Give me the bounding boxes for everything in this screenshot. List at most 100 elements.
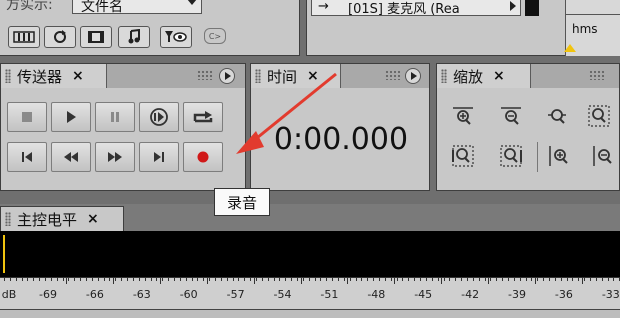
meter-tick [112,278,114,284]
time-panel: 时间 × 0:00.000 [250,63,430,191]
zoom-selection-icon [548,109,566,124]
meter-minor-tick [437,278,439,281]
close-icon[interactable]: × [307,68,319,84]
meter-minor-tick [68,278,70,281]
meter-minor-tick [109,278,111,281]
zoom-tab[interactable]: 缩放 × [437,64,531,88]
meter-minor-tick [478,278,480,281]
meter-minor-tick [144,278,146,281]
arrow-right-icon: → [318,0,329,14]
play-to-end-button[interactable] [139,102,179,132]
time-tab[interactable]: 时间 × [251,64,341,88]
zoom-out-vertical-button[interactable] [589,142,617,170]
status-strip [0,309,620,318]
meter-minor-tick [127,278,129,281]
transport-panel: 传送器 × [0,63,246,191]
fast-forward-button[interactable] [95,142,135,172]
skip-end-icon [154,152,164,162]
record-icon [197,151,209,163]
close-icon[interactable]: × [72,68,84,84]
meter-minor-tick [384,278,386,281]
meter-minor-tick [390,278,392,281]
meter-minor-tick [572,278,574,281]
meter-minor-tick [326,278,328,281]
meter-minor-tick [27,278,29,281]
meter-minor-tick [308,278,310,281]
meter-minor-tick [115,278,117,281]
meter-minor-tick [15,278,17,281]
meter-minor-tick [179,278,181,281]
scrollbar-thumb[interactable] [525,0,539,16]
go-to-start-button[interactable] [7,142,47,172]
stop-button[interactable] [7,102,47,132]
grip-icon [5,69,11,83]
rewind-button[interactable] [51,142,91,172]
master-meter-header: 主控电平 × [0,204,620,231]
zoom-to-selection-button[interactable] [543,102,571,130]
meter-minor-tick [466,278,468,281]
zoom-in-left-button[interactable] [449,142,477,170]
record-button[interactable] [183,142,223,172]
loop-playback-button[interactable] [183,102,223,132]
meter-minor-tick [232,278,234,281]
meter-minor-tick [484,278,486,281]
sort-dropdown[interactable]: 文件名 [72,0,202,15]
zoom-in-vertical-button[interactable] [545,142,573,170]
play-button[interactable] [51,102,91,132]
meter-tick [66,278,67,284]
meter-minor-tick [379,278,381,281]
cb-icon[interactable]: C> [204,28,226,44]
timeline-ruler[interactable]: hms [564,0,620,56]
meter-tick-label: -36 [554,288,573,301]
meter-tick [488,278,490,284]
meter-minor-tick [367,278,369,281]
track-label: [01S] 麦克风 (Rea [348,2,460,17]
video-button[interactable] [80,26,112,48]
zoom-full-icon [588,105,610,127]
meter-minor-tick [314,278,316,281]
filter-preview-button[interactable] [160,26,192,48]
meter-minor-tick [461,278,463,281]
pause-button[interactable] [95,102,135,132]
zoom-out-horizontal-icon [501,107,521,125]
meter-minor-tick [332,278,334,281]
track-row[interactable]: → [01S] 麦克风 (Rea [311,0,521,17]
chevron-down-icon [187,0,197,5]
zoom-out-vertical-icon [593,146,612,166]
record-tooltip: 录音 [214,188,270,216]
meter-minor-tick [449,278,451,281]
zoom-in-right-button[interactable] [497,142,525,170]
meter-minor-tick [261,278,263,281]
meter-minor-tick [39,278,41,281]
zoom-full-button[interactable] [585,102,613,130]
meter-minor-tick [560,278,562,281]
meter-minor-tick [320,278,322,281]
meter-minor-tick [507,278,509,281]
zoom-out-horizontal-button[interactable] [497,102,525,130]
mixer-button[interactable] [8,26,40,48]
zoom-in-right-icon [500,145,522,167]
transport-tab[interactable]: 传送器 × [1,64,107,88]
fast-forward-icon [108,152,122,162]
panel-menu-button[interactable] [219,68,235,84]
close-icon[interactable]: × [493,68,505,84]
zoom-in-horizontal-button[interactable] [449,102,477,130]
go-to-end-button[interactable] [139,142,179,172]
meter-minor-tick [420,278,422,281]
meter-minor-tick [496,278,498,281]
panel-menu-button[interactable] [405,68,421,84]
loop-button[interactable] [44,26,76,48]
close-icon[interactable]: × [87,211,99,227]
playhead-marker-icon [564,44,576,52]
meter-tick [347,278,349,284]
meter-minor-tick [595,278,597,281]
meter-minor-tick [162,278,164,281]
master-meter-tab[interactable]: 主控电平 × [0,206,124,231]
meter-tick-label: -60 [179,288,198,301]
meter-scale: dB -69 -66 -63 -60 -57 -54 -51 -48 -45 -42 -39 -36 -… [0,277,620,310]
meter-minor-tick [414,278,416,281]
zoom-in-left-icon [452,145,474,167]
music-button[interactable] [118,26,150,48]
meter-minor-tick [244,278,246,281]
meter-minor-tick [62,278,64,281]
